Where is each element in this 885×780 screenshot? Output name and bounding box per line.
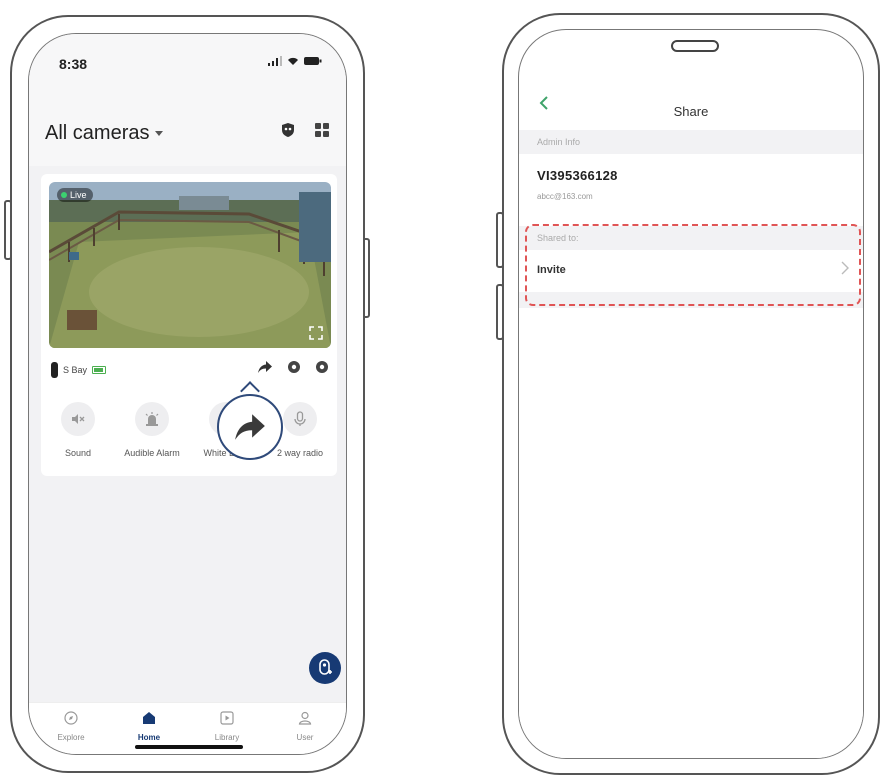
camera-live-feed[interactable]: Live <box>49 182 331 348</box>
control-alarm-label: Audible Alarm <box>124 448 180 458</box>
tab-explore-label: Explore <box>57 733 85 742</box>
share-screen: Share Admin Info VI395366128 abcc@163.co… <box>518 29 864 759</box>
camera-card: Live S Bay Sound Audible Alarm White Lig… <box>41 174 337 476</box>
share-header: Share <box>519 80 863 126</box>
control-sound-label: Sound <box>64 448 92 458</box>
admin-id: VI395366128 <box>537 168 618 183</box>
empty-content-area <box>519 308 863 758</box>
control-radio-circle <box>283 402 317 436</box>
siren-icon <box>145 412 159 426</box>
speaker-notch <box>671 40 719 52</box>
share-arrow-large-icon <box>235 414 265 440</box>
home-indicator <box>135 745 243 749</box>
dropdown-caret-icon <box>155 130 164 136</box>
shield-icon[interactable] <box>280 122 296 138</box>
camera-name-group: S Bay <box>51 362 107 378</box>
microphone-icon <box>294 411 306 426</box>
wifi-icon <box>288 57 298 65</box>
settings-icon[interactable] <box>287 360 301 374</box>
share-callout-ring[interactable] <box>217 394 283 460</box>
admin-info-heading: Admin Info <box>519 130 863 154</box>
home-screen: 8:38 All cameras Live S Bay Sound Audibl… <box>28 33 347 755</box>
tab-home-label: Home <box>137 733 161 742</box>
speaker-muted-icon <box>72 414 85 424</box>
battery-icon <box>304 57 322 65</box>
gear-icon[interactable] <box>315 360 329 374</box>
home-icon <box>143 712 155 724</box>
signal-icon <box>268 56 282 66</box>
admin-email: abcc@163.com <box>537 192 593 201</box>
home-header: All cameras <box>29 86 346 166</box>
control-audible-alarm[interactable]: Audible Alarm <box>115 402 189 458</box>
user-icon <box>298 711 312 725</box>
live-badge: Live <box>57 188 93 202</box>
camera-actions <box>257 360 329 374</box>
tab-library-label: Library <box>214 733 240 742</box>
control-sound[interactable]: Sound <box>41 402 115 458</box>
tab-user-label: User <box>296 733 314 742</box>
battery-level-icon <box>92 366 107 374</box>
page-title: Share <box>673 104 709 119</box>
page-title: All cameras <box>45 122 150 144</box>
tab-home[interactable]: Home <box>119 711 179 742</box>
fullscreen-icon[interactable] <box>309 326 323 340</box>
camera-info-row: S Bay <box>51 360 329 382</box>
camera-filter-dropdown[interactable]: All cameras <box>45 122 164 145</box>
add-camera-fab[interactable] <box>309 652 341 684</box>
status-icons <box>268 56 322 66</box>
admin-info-block: VI395366128 abcc@163.com <box>519 154 863 220</box>
share-icon[interactable] <box>257 360 273 374</box>
tab-library[interactable]: Library <box>197 711 257 742</box>
control-alarm-circle <box>135 402 169 436</box>
tab-user[interactable]: User <box>275 711 335 742</box>
phone-frame-home: 8:38 All cameras Live S Bay Sound Audibl… <box>10 15 365 773</box>
header-actions <box>280 122 330 138</box>
grid-view-icon[interactable] <box>314 122 330 138</box>
camera-feed-image <box>49 182 331 348</box>
status-bar: 8:38 <box>29 34 346 86</box>
tab-explore[interactable]: Explore <box>41 711 101 742</box>
camera-controls: Sound Audible Alarm White Light 2 way ra… <box>41 402 337 472</box>
camera-device-icon <box>51 362 58 378</box>
status-time: 8:38 <box>59 56 88 72</box>
control-sound-circle <box>61 402 95 436</box>
play-square-icon <box>220 711 234 725</box>
camera-name: S Bay <box>63 365 88 375</box>
live-indicator-dot <box>61 192 67 198</box>
compass-icon <box>64 711 78 725</box>
shared-to-highlight-box <box>525 224 861 306</box>
live-badge-label: Live <box>70 190 87 200</box>
add-device-icon <box>319 659 332 675</box>
phone-frame-share: Share Admin Info VI395366128 abcc@163.co… <box>502 13 880 775</box>
bottom-tab-bar: Explore Home Library User <box>29 702 346 754</box>
